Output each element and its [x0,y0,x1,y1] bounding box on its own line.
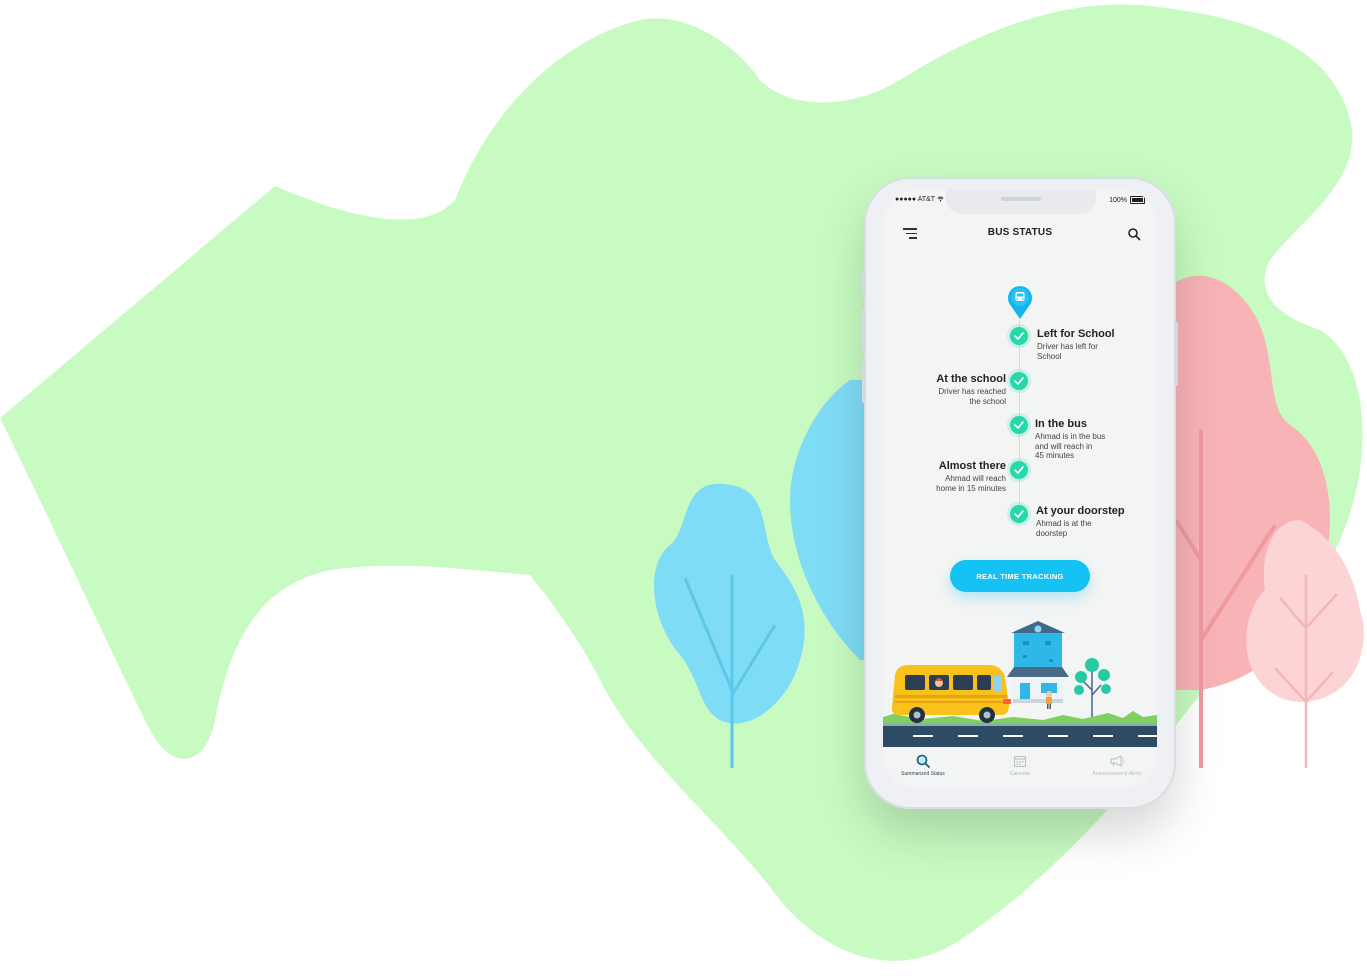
nav-label: Summarized Status [901,771,945,777]
step-title: At your doorstep [1036,505,1125,517]
step-description-line: Ahmad will reach [945,474,1006,483]
battery-icon [1130,196,1145,204]
calendar-icon [1014,756,1026,767]
step-description-line: Driver has reached [938,387,1006,396]
timeline-step: At your doorstep Ahmad is at the doorstep [1036,505,1125,538]
real-time-tracking-button[interactable]: REAL TIME TRACKING [950,560,1090,592]
phone-side-button [862,272,865,294]
step-description-line: the school [969,396,1006,406]
step-description-line: and will reach in [1035,441,1093,451]
step-description: Ahmad will reach home in 15 minutes [936,474,1006,493]
bus-pin-icon [1008,286,1032,319]
phone-power-button [1175,322,1178,386]
step-description: Ahmad is at the doorstep [1036,519,1125,538]
megaphone-icon [1110,755,1125,767]
step-description-line: School [1037,351,1062,361]
page-title: BUS STATUS [987,227,1053,238]
summarized-status-icon [916,754,930,768]
nav-label: Announcement/ Alerts [1092,771,1142,777]
timeline-step: Left for School Driver has left for School [1037,328,1115,361]
wifi-icon [937,196,944,202]
search-icon[interactable] [1127,227,1141,241]
step-check-icon [1010,327,1028,345]
step-description: Driver has left for School [1037,342,1115,361]
timeline-step: Almost there Ahmad will reach home in 15 m… [936,460,1006,493]
step-check-icon [1010,505,1028,523]
child-figure [1046,691,1052,709]
step-description: Driver has reached the school [936,387,1006,406]
step-description-line: 45 minutes [1035,451,1075,460]
phone-screen: ●●●●● AT&T 100% BUS STATUS REAL TIME TRA… [883,190,1157,788]
bus-house-illustration [883,621,1157,747]
step-check-icon [1010,416,1028,434]
step-description-line: Driver has left for [1037,342,1098,351]
app-header: BUS STATUS [883,224,1157,246]
nav-announcement-alerts[interactable]: Announcement/ Alerts [1077,754,1157,777]
small-tree [1074,658,1111,717]
school-bus-icon [891,665,1011,723]
house-icon [1007,621,1069,703]
step-description-line: Ahmad is at the [1036,519,1092,528]
step-description-line: home in 15 minutes [936,483,1006,493]
nav-label: Calendar [1009,771,1031,777]
step-title: Almost there [938,460,1006,472]
step-title: At the school [936,373,1006,385]
step-description-line: doorstep [1036,528,1068,538]
step-check-icon [1010,372,1028,390]
phone-volume-down-button [862,361,865,403]
step-check-icon [1010,461,1028,479]
nav-summarized-status[interactable]: Summarized Status [883,754,963,777]
nav-calendar[interactable]: Calendar [980,754,1060,777]
step-title: Left for School [1037,328,1115,340]
carrier-label: ●●●●● AT&T [895,196,944,203]
phone-volume-up-button [862,309,865,351]
step-description: Ahmad is in the bus and will reach in 45 m… [1035,432,1105,461]
timeline-step: At the school Driver has reached the schoo… [936,373,1006,406]
phone-frame: ●●●●● AT&T 100% BUS STATUS REAL TIME TRA… [862,177,1178,809]
bottom-navigation: Summarized Status Calendar Announcement/… [883,750,1157,788]
step-title: In the bus [1035,418,1087,430]
status-bar: ●●●●● AT&T 100% [883,194,1157,208]
timeline-step: In the bus Ahmad is in the bus and will re… [1035,418,1105,461]
step-description-line: Ahmad is in the bus [1035,432,1106,441]
battery-percent: 100% [1109,196,1127,204]
